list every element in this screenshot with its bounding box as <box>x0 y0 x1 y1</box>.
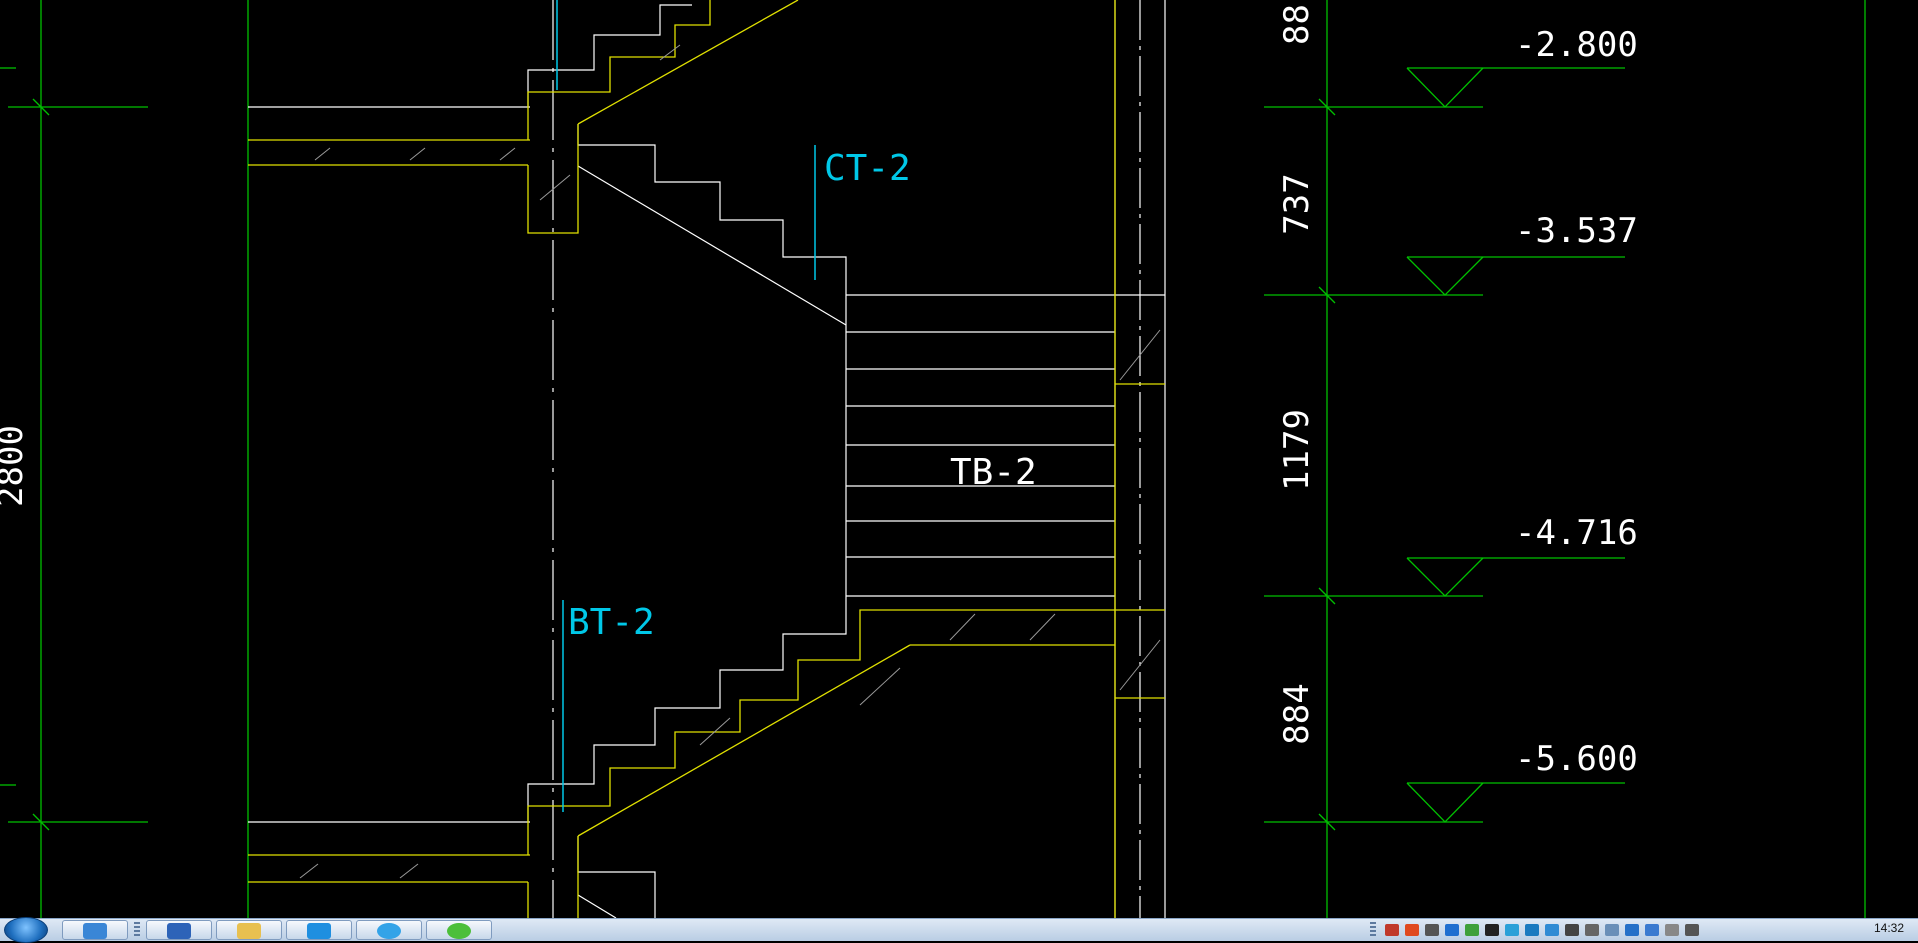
tray-usb-icon[interactable] <box>1485 924 1499 936</box>
start-button[interactable] <box>4 917 48 943</box>
tray-app-icon[interactable] <box>1645 924 1659 936</box>
tray-grip[interactable] <box>1370 922 1376 938</box>
component-label-tb: TB-2 <box>950 452 1037 493</box>
dimension-lines <box>0 0 1866 918</box>
text-app-icon <box>307 923 331 939</box>
tray-app-icon[interactable] <box>1545 924 1559 936</box>
taskbar-app-text[interactable] <box>286 920 352 940</box>
taskbar-grip[interactable] <box>134 922 140 938</box>
dimension-text: 88 <box>1277 4 1317 45</box>
tray-app-icon[interactable] <box>1445 924 1459 936</box>
windows-taskbar: 14:32 <box>0 917 1918 943</box>
tray-volume-icon[interactable] <box>1585 924 1599 936</box>
label-leaders <box>556 0 816 812</box>
wechat-icon <box>447 923 471 939</box>
folder-icon <box>237 923 261 939</box>
dimension-text: 737 <box>1277 173 1317 234</box>
elevation-label: -4.716 <box>1515 513 1638 553</box>
tray-app-icon[interactable] <box>1565 924 1579 936</box>
tray-app-icon[interactable] <box>1625 924 1639 936</box>
tray-sogou-icon[interactable] <box>1385 924 1399 936</box>
browser-icon <box>83 923 107 939</box>
taskbar-app-cad[interactable] <box>146 920 212 940</box>
tray-app-icon[interactable] <box>1525 924 1539 936</box>
taskbar-app-browser[interactable] <box>62 920 128 940</box>
component-label-ct: CT-2 <box>824 148 911 189</box>
component-label-bt: BT-2 <box>568 602 655 643</box>
taskbar-app-wechat[interactable] <box>426 920 492 940</box>
dimension-text: 1179 <box>1277 409 1317 491</box>
cad-app-icon <box>167 923 191 939</box>
taskbar-app-qq-browser[interactable] <box>356 920 422 940</box>
tray-qq-icon[interactable] <box>1505 924 1519 936</box>
tray-security-icon[interactable] <box>1465 924 1479 936</box>
tray-action-center-icon[interactable] <box>1605 924 1619 936</box>
tray-app-icon[interactable] <box>1665 924 1679 936</box>
dimension-text: 884 <box>1277 683 1317 744</box>
tray-network-icon[interactable] <box>1685 924 1699 936</box>
tray-input-icon[interactable] <box>1405 924 1419 936</box>
elevation-label: -5.600 <box>1515 739 1638 779</box>
dimension-text: 2800 <box>0 425 31 507</box>
taskbar-app-explorer[interactable] <box>216 920 282 940</box>
elevation-label: -2.800 <box>1515 25 1638 65</box>
qq-browser-icon <box>377 923 401 939</box>
tray-network-icon[interactable] <box>1425 924 1439 936</box>
cad-drawing-canvas[interactable]: -2.800 -3.537 -4.716 -5.600 737 1179 884… <box>0 0 1918 918</box>
elevation-label: -3.537 <box>1515 211 1638 251</box>
taskbar-clock[interactable]: 14:32 <box>1874 921 1904 935</box>
